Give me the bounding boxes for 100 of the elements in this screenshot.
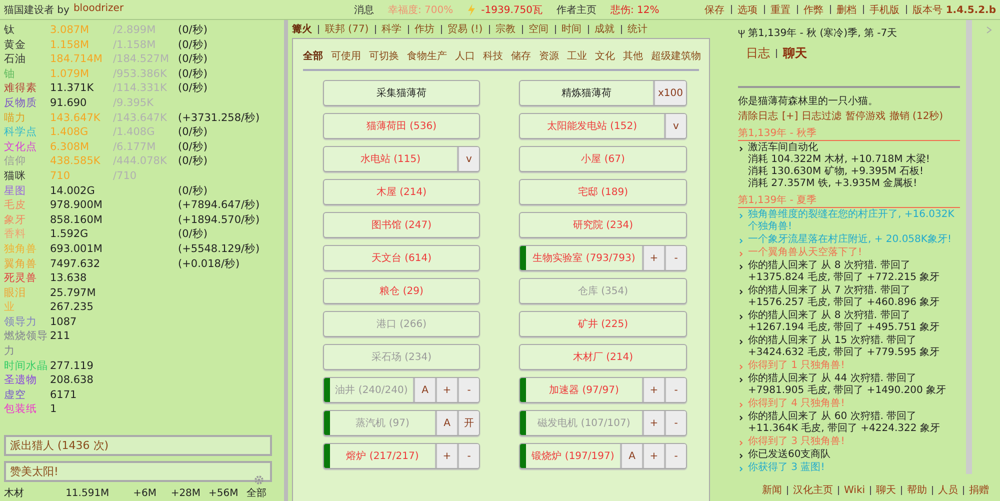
resource-amount: 13.638 xyxy=(50,271,88,286)
filter-tab[interactable]: 可切换 xyxy=(369,49,399,63)
tab[interactable]: 成就 xyxy=(594,22,615,36)
filter-tab[interactable]: 资源 xyxy=(539,49,559,63)
resource-name: 石油 xyxy=(4,52,27,67)
building-button[interactable]: 矿井 (225) xyxy=(520,312,686,336)
menu-link[interactable]: 重置 xyxy=(770,2,791,16)
log-tab[interactable]: 日志 xyxy=(746,45,770,62)
building-button[interactable]: 精炼猫薄荷 xyxy=(520,81,653,105)
craft-link[interactable]: +28M xyxy=(170,487,209,500)
small-button[interactable]: 开 xyxy=(457,411,479,435)
building-button[interactable]: 木材厂 (214) xyxy=(520,345,686,369)
building-button[interactable]: 采集猫薄荷 xyxy=(324,81,479,105)
log-tab[interactable]: 聊天 xyxy=(783,45,807,62)
small-button[interactable]: - xyxy=(664,378,686,402)
log-message: 你获得了 3 蓝图! xyxy=(748,462,826,474)
building-button[interactable]: 宅邸 (189) xyxy=(520,180,686,204)
small-button[interactable]: A xyxy=(620,444,642,468)
filter-tab[interactable]: 文化 xyxy=(595,49,615,63)
tab[interactable]: 科学 xyxy=(382,22,402,36)
filter-tab[interactable]: 储存 xyxy=(511,49,531,63)
log-link[interactable]: 暂停游戏 xyxy=(845,109,886,123)
author-link[interactable]: bloodrizer xyxy=(73,2,124,16)
action-button[interactable]: 派出猎人 (1436 次) xyxy=(4,435,272,456)
resource-amount: 1.592G xyxy=(50,227,90,242)
small-button[interactable]: - xyxy=(664,411,686,435)
filter-tab[interactable]: 全部 xyxy=(303,49,323,63)
tab[interactable]: 联邦 (77) xyxy=(325,22,369,36)
filter-tab[interactable]: 科技 xyxy=(483,49,503,63)
small-button[interactable]: + xyxy=(642,246,664,270)
building-button[interactable]: 太阳能发电站 (152) xyxy=(520,114,664,138)
small-button[interactable]: + xyxy=(435,444,457,468)
footer-link[interactable]: 捐赠 xyxy=(969,483,990,497)
small-button[interactable]: v xyxy=(457,147,479,171)
resource-rate: (0/秒) xyxy=(178,68,208,80)
filter-tab[interactable]: 食物生产 xyxy=(407,49,447,63)
action-button[interactable]: 赞美太阳! xyxy=(4,461,272,482)
building-button[interactable]: 天文台 (614) xyxy=(324,246,479,270)
settings-icon[interactable] xyxy=(254,475,264,485)
small-button[interactable]: + xyxy=(642,378,664,402)
small-button[interactable]: - xyxy=(664,444,686,468)
log-link[interactable]: 清除日志 xyxy=(738,109,778,123)
filter-tab[interactable]: 工业 xyxy=(567,49,587,63)
filter-tab[interactable]: 超级建筑物 xyxy=(651,49,701,63)
menu-link[interactable]: 手机版 xyxy=(870,2,900,16)
tab[interactable]: 统计 xyxy=(628,22,648,36)
menu-link[interactable]: 选项 xyxy=(738,2,758,16)
menu-link[interactable]: 保存 xyxy=(704,2,725,16)
tab[interactable]: 宗教 xyxy=(496,22,516,36)
small-button[interactable]: + xyxy=(642,411,664,435)
log-message: 你的猎人回来了 从 8 次狩猎. 带回了 +1267.194 毛皮, 带回了 +495.751 象牙 xyxy=(748,310,941,334)
tab[interactable]: 贸易 (!) xyxy=(448,22,483,36)
building-button[interactable]: 木屋 (214) xyxy=(324,180,479,204)
log-message: 消耗 104.322M 木材, +10.718M 木梁! xyxy=(748,154,931,166)
building-button[interactable]: 熔炉 (217/217) xyxy=(330,444,435,468)
small-button[interactable]: A xyxy=(435,411,457,435)
tab[interactable]: 时间 xyxy=(562,22,582,36)
footer-link[interactable]: 人员 xyxy=(938,483,958,497)
craft-link[interactable]: +56M xyxy=(208,487,246,500)
chevron-icon[interactable] xyxy=(986,26,992,34)
menu-link[interactable]: 作弊 xyxy=(804,2,824,16)
building-button[interactable]: 研究院 (234) xyxy=(520,213,686,237)
small-button[interactable]: + xyxy=(435,378,457,402)
filter-tab[interactable]: 人口 xyxy=(455,49,475,63)
tab[interactable]: 作坊 xyxy=(414,22,435,36)
small-button[interactable]: - xyxy=(664,246,686,270)
log-message: 你的猎人回来了 从 60 次狩猎. 带回了 +11.364K 毛皮, 带回了 +4224.322 象牙 xyxy=(748,411,941,435)
footer-link[interactable]: Wiki xyxy=(844,484,866,496)
small-button[interactable]: + xyxy=(642,444,664,468)
log-message: 一个翼角兽从天空落下了! xyxy=(748,247,864,259)
building-button[interactable]: 水电站 (115) xyxy=(324,147,457,171)
tab[interactable]: 篝火 xyxy=(292,22,312,36)
tab[interactable]: 空间 xyxy=(528,22,549,36)
menu-link[interactable]: 删档 xyxy=(836,2,857,16)
building-button[interactable]: 图书馆 (247) xyxy=(324,213,479,237)
footer-link[interactable]: 新闻 xyxy=(762,483,782,497)
footer-link[interactable]: 帮助 xyxy=(907,483,928,497)
filter-tab[interactable]: 可使用 xyxy=(331,49,361,63)
small-button[interactable]: x100 xyxy=(652,81,686,105)
footer-link[interactable]: 汉化主页 xyxy=(793,483,833,497)
filter-tab[interactable]: 其他 xyxy=(623,49,643,63)
building-button[interactable]: 锻烧炉 (197/197) xyxy=(526,444,620,468)
log-message: 你已发送60支商队 xyxy=(748,449,832,461)
building-button[interactable]: 加速器 (97/97) xyxy=(526,378,642,402)
resource-name: 领导力 xyxy=(4,314,38,330)
small-button[interactable]: - xyxy=(457,444,479,468)
building-button[interactable]: 生物实验室 (793/793) xyxy=(526,246,642,270)
craft-link[interactable]: +6M xyxy=(133,487,171,500)
small-button[interactable]: - xyxy=(457,378,479,402)
bullet-icon xyxy=(739,251,743,257)
log-link[interactable]: [+] 日志过滤 xyxy=(782,109,842,123)
footer-link[interactable]: 聊天 xyxy=(876,483,896,497)
building-button[interactable]: 小屋 (67) xyxy=(520,147,686,171)
small-button[interactable]: A xyxy=(413,378,435,402)
version-link[interactable]: 版本号 1.4.5.2.b xyxy=(912,2,996,16)
small-button[interactable]: v xyxy=(664,114,686,138)
craft-link[interactable]: 全部 xyxy=(246,487,284,500)
building-button[interactable]: 粮仓 (29) xyxy=(324,279,479,303)
log-link[interactable]: 撤销 (12秒) xyxy=(889,109,944,123)
building-button[interactable]: 猫薄荷田 (536) xyxy=(324,114,479,138)
